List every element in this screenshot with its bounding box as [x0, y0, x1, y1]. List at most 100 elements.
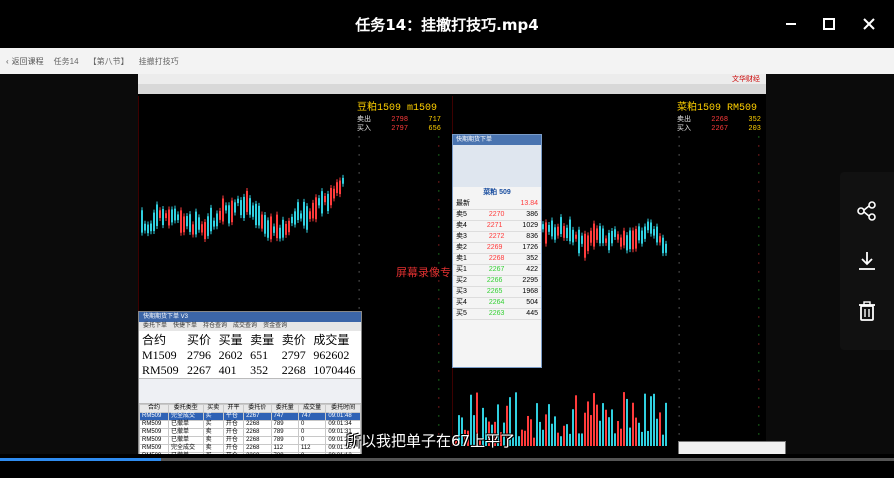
maximize-button[interactable]	[816, 12, 842, 36]
tick-cell: ·	[357, 206, 362, 214]
order-tab[interactable]: 快捷下单	[173, 322, 197, 331]
tick-row: ··	[674, 242, 764, 251]
share-button[interactable]	[854, 198, 880, 224]
tick-row: ··	[354, 377, 444, 386]
candle-body	[270, 216, 272, 240]
tick-cell: ·	[756, 296, 761, 304]
tick-cell: ·	[756, 323, 761, 331]
depth-row[interactable]: 买1 2267 422	[453, 265, 541, 276]
tick-cell: ·	[756, 395, 761, 403]
tick-row: ··	[674, 395, 764, 404]
depth-row[interactable]: 卖3 2272 836	[453, 232, 541, 243]
depth-row[interactable]: 买3 2265 1968	[453, 287, 541, 298]
order-entry-form[interactable]	[139, 378, 361, 404]
depth-last: 13.84	[520, 200, 538, 207]
candle-body	[171, 209, 173, 223]
tick-cell: ·	[677, 377, 682, 385]
crumb-item: 挂撤打技巧	[138, 56, 179, 66]
depth-row[interactable]: 卖2 2269 1726	[453, 243, 541, 254]
depth-row[interactable]: 卖1 2268 352	[453, 254, 541, 265]
depth-window[interactable]: 快期期货下单 菜粕 509 最新 13.84 卖5 2270 386 卖4 2271 102…	[452, 134, 542, 368]
video-title: 任务14：挂撤打技巧.mp4	[355, 16, 539, 34]
order-tab[interactable]: 委托下单	[143, 322, 167, 331]
candle-body	[312, 202, 314, 219]
tick-cell: ·	[677, 161, 682, 169]
brand-label: 文华财经	[732, 76, 760, 83]
order-tab[interactable]: 成交查询	[233, 322, 257, 331]
crumb-item: 任务14	[53, 56, 79, 66]
download-button[interactable]	[854, 248, 880, 274]
candle-body	[153, 212, 155, 232]
tick-cell: ·	[677, 404, 682, 412]
volume-bar	[647, 430, 649, 446]
volume-bar	[542, 429, 544, 446]
tick-cell: ·	[756, 179, 761, 187]
volume-bar	[551, 423, 553, 446]
candle-body	[611, 231, 613, 244]
progress-bar[interactable]	[0, 458, 894, 461]
orders-grid[interactable]: 合约 委托类型 买卖 开平 委托价 委托量 成交量 委托时间 RM509 完全成交买平仓 2267…	[139, 404, 361, 454]
candle-body	[198, 217, 200, 230]
order-window[interactable]: 快期期货下单 V3 委托下单 快捷下单 持仓查询 成交查询 资金查询 合约 买价 买量 卖量卖…	[138, 311, 362, 454]
depth-volume: 422	[526, 266, 538, 273]
candle-body	[659, 236, 661, 243]
depth-row[interactable]: 买5 2263 445	[453, 309, 541, 320]
video-frame[interactable]: ‹ 返回课程 任务14 【第八节】 挂撤打技巧 文华财经 豆粕1509 m150…	[0, 48, 894, 454]
candle-body	[219, 210, 221, 220]
tick-row: ··	[354, 368, 444, 377]
small-popup-window[interactable]	[678, 441, 786, 454]
candle-body	[650, 222, 652, 234]
volume-bar	[629, 427, 631, 446]
depth-row[interactable]: 买2 2266 2295	[453, 276, 541, 287]
table-row[interactable]: RM509 完全成交买平仓 2267 747 747 09:01:48	[139, 412, 361, 421]
tick-row: ··	[674, 332, 764, 341]
candle-body	[566, 227, 568, 238]
tick-row: ··	[674, 197, 764, 206]
close-button[interactable]	[856, 12, 882, 36]
tick-cell: ·	[436, 134, 441, 142]
minimize-button[interactable]	[778, 12, 804, 36]
tick-row: ··	[354, 413, 444, 422]
depth-ladder[interactable]: 卖5 2270 386 卖4 2271 1029 卖3 2272 836 卖2 2269 1726 卖1…	[453, 210, 541, 320]
depth-toolbar[interactable]	[453, 145, 541, 187]
candle-body	[309, 211, 311, 219]
tick-row: ··	[674, 404, 764, 413]
grid-cell: 09:01:48	[325, 412, 361, 421]
tick-cell: ·	[756, 143, 761, 151]
delete-button[interactable]	[854, 298, 880, 324]
back-link[interactable]: ‹ 返回课程	[6, 56, 44, 67]
order-tabs[interactable]: 委托下单 快捷下单 持仓查询 成交查询 资金查询	[139, 322, 361, 331]
candle-body	[189, 214, 191, 232]
order-window-title: 快期期货下单 V3	[139, 312, 361, 322]
quote-row[interactable]: RM509 2267 401 352 2268 1070446	[139, 363, 361, 378]
tick-cell: ·	[357, 215, 362, 223]
table-row[interactable]: RM509 已撤单买开仓 2268 789 0 09:01:34	[139, 420, 361, 429]
table-row[interactable]: RM509 已撤单卖开仓 2268 789 0 09:01:31	[139, 428, 361, 437]
candle-body	[249, 198, 251, 215]
depth-row[interactable]: 卖5 2270 386	[453, 210, 541, 221]
tick-cell: ·	[677, 278, 682, 286]
depth-row[interactable]: 卖4 2271 1029	[453, 221, 541, 232]
table-row[interactable]: RM509 已撤单卖开仓 2268 789 0 09:01:20	[139, 436, 361, 445]
depth-level: 卖3	[456, 233, 467, 240]
tick-cell: ·	[677, 422, 682, 430]
table-row[interactable]: RM509已撤单买开仓2269789009:01:12	[139, 452, 361, 454]
tick-row: ··	[674, 350, 764, 359]
table-row[interactable]: RM509 完全成交卖开仓 2268 112 112 09:01:15	[139, 444, 361, 453]
quote-row[interactable]: M1509 2796 2602 651 2797 962602	[139, 348, 361, 363]
order-tab[interactable]: 持仓查询	[203, 322, 227, 331]
player-titlebar: 任务14：挂撤打技巧.mp4	[0, 0, 894, 48]
volume-bar	[533, 437, 535, 446]
candle-body	[653, 229, 655, 236]
tick-cell: ·	[756, 188, 761, 196]
order-tab[interactable]: 资金查询	[263, 322, 287, 331]
tick-cell: ·	[436, 251, 441, 259]
tick-row: ··	[354, 359, 444, 368]
tick-cell: ·	[436, 395, 441, 403]
depth-row[interactable]: 买4 2264 504	[453, 298, 541, 309]
grid-cell: 开仓	[222, 444, 245, 453]
left-contract-name: 豆粕1509 m1509	[357, 103, 438, 114]
tick-row: ··	[674, 368, 764, 377]
grid-header: 委托时间	[325, 404, 361, 413]
quote-cell: 2797	[281, 348, 306, 362]
